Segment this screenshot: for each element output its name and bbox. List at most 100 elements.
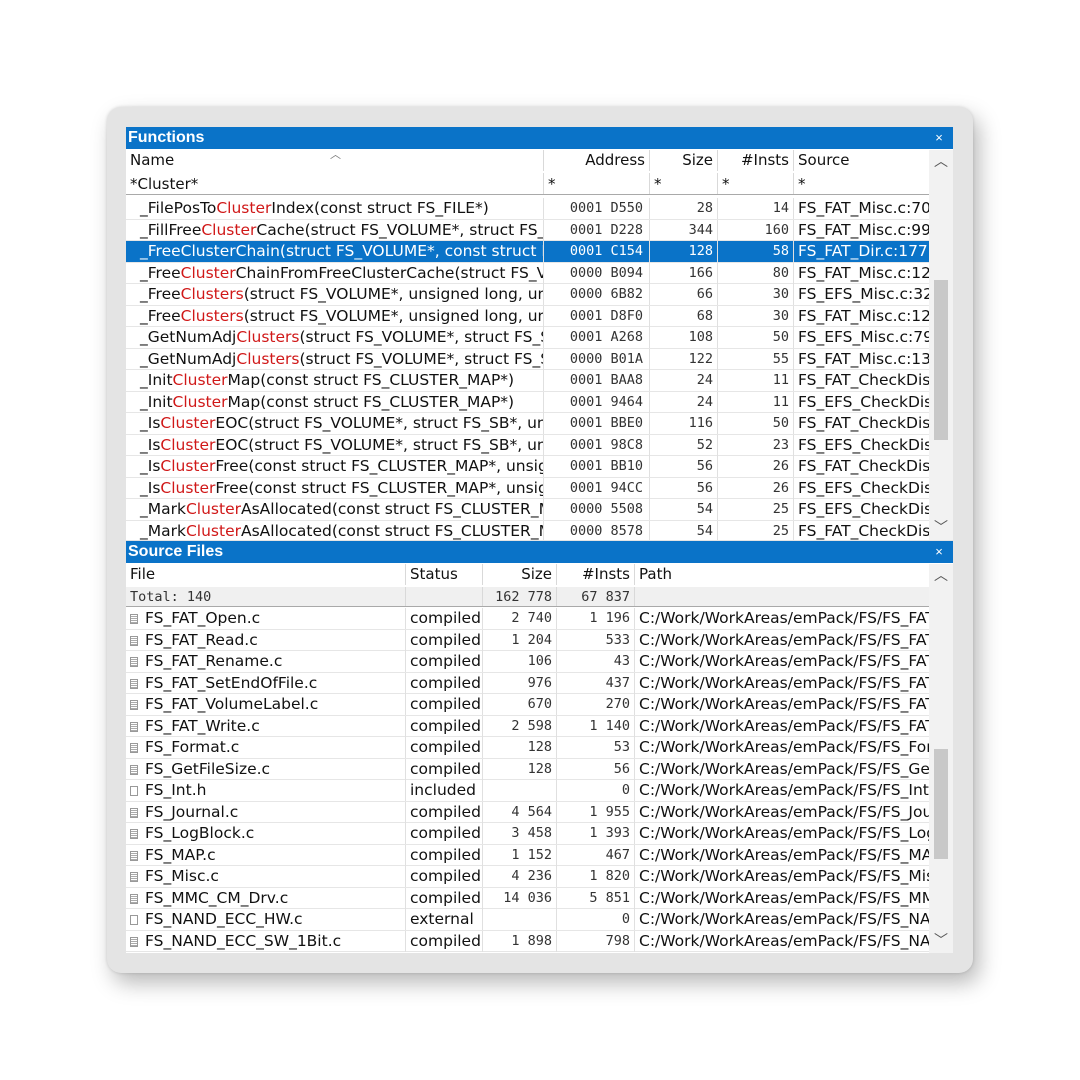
source-file-insts: 0 bbox=[557, 780, 635, 801]
function-row[interactable]: _FillFreeClusterCache(struct FS_VOLUME*,… bbox=[126, 219, 929, 241]
source-file-row[interactable]: FS_LogBlock.c compiled 3 458 1 393 C:/Work/W… bbox=[126, 823, 929, 845]
function-row[interactable]: _IsClusterEOC(struct FS_VOLUME*, struct … bbox=[126, 413, 929, 435]
function-row[interactable]: _FreeClusters(struct FS_VOLUME*, unsigne… bbox=[126, 284, 929, 306]
source-files-title: Source Files bbox=[128, 543, 224, 560]
filter-insts-input[interactable]: * bbox=[718, 173, 794, 194]
source-file-status: compiled bbox=[406, 823, 483, 844]
chevron-up-icon[interactable]: ︿ bbox=[929, 566, 953, 586]
source-file-row[interactable]: FS_MAP.c compiled 1 152 467 C:/Work/WorkArea… bbox=[126, 844, 929, 866]
function-size: 24 bbox=[650, 370, 718, 391]
function-source[interactable]: FS_EFS_CheckDisk bbox=[794, 499, 929, 520]
close-icon[interactable]: × bbox=[933, 127, 945, 149]
function-row[interactable]: _MarkClusterAsAllocated(const struct FS_… bbox=[126, 520, 929, 541]
function-source[interactable]: FS_FAT_CheckDisk bbox=[794, 521, 929, 541]
source-file-row[interactable]: FS_FAT_Open.c compiled 2 740 1 196 C:/Work/W… bbox=[126, 608, 929, 630]
function-source[interactable]: FS_FAT_Misc.c:998 bbox=[794, 220, 929, 241]
source-file-row[interactable]: FS_FAT_Write.c compiled 2 598 1 140 C:/Work/… bbox=[126, 715, 929, 737]
function-address: 0000 6B82 bbox=[544, 284, 650, 305]
function-source[interactable]: FS_FAT_Misc.c:121 bbox=[794, 263, 929, 284]
function-address: 0000 B01A bbox=[544, 348, 650, 370]
source-file-row[interactable]: FS_FAT_VolumeLabel.c compiled 670 270 C:/Wor… bbox=[126, 694, 929, 716]
function-row[interactable]: _IsClusterFree(const struct FS_CLUSTER_M… bbox=[126, 456, 929, 478]
scrollbar-thumb[interactable] bbox=[934, 280, 948, 440]
scrollbar-thumb[interactable] bbox=[934, 749, 948, 859]
source-file-name: FS_Misc.c bbox=[126, 866, 406, 887]
source-file-row[interactable]: FS_Format.c compiled 128 53 C:/Work/WorkArea… bbox=[126, 737, 929, 759]
function-source[interactable]: FS_EFS_Misc.c:321 bbox=[794, 284, 929, 305]
source-file-path: C:/Work/WorkAreas/emPack/FS/FS_Form bbox=[639, 738, 929, 756]
column-header-insts[interactable]: #Insts bbox=[557, 564, 635, 585]
source-file-row[interactable]: FS_Journal.c compiled 4 564 1 955 C:/Work/Wo… bbox=[126, 801, 929, 823]
column-header-name[interactable]: Name ︿ bbox=[126, 150, 544, 171]
function-source[interactable]: FS_EFS_CheckDisk bbox=[794, 435, 929, 456]
function-row[interactable]: _FilePosToClusterIndex(const struct FS_F… bbox=[126, 198, 929, 220]
source-file-status: compiled bbox=[406, 651, 483, 672]
column-header-size[interactable]: Size bbox=[483, 564, 557, 585]
source-file-size: 106 bbox=[483, 651, 557, 672]
source-file-row[interactable]: FS_FAT_SetEndOfFile.c compiled 976 437 C:/Wo… bbox=[126, 672, 929, 694]
column-header-address[interactable]: Address bbox=[544, 150, 650, 171]
function-size: 116 bbox=[650, 413, 718, 434]
function-source[interactable]: FS_FAT_CheckDisk bbox=[794, 413, 929, 434]
source-file-icon bbox=[130, 657, 138, 667]
function-insts: 30 bbox=[718, 284, 794, 305]
function-row[interactable]: _MarkClusterAsAllocated(const struct FS_… bbox=[126, 499, 929, 521]
source-file-row[interactable]: FS_FAT_Rename.c compiled 106 43 C:/Work/Work… bbox=[126, 651, 929, 673]
source-file-insts: 43 bbox=[557, 651, 635, 672]
function-row[interactable]: _IsClusterFree(const struct FS_CLUSTER_M… bbox=[126, 477, 929, 499]
function-source[interactable]: FS_EFS_CheckDisk bbox=[794, 478, 929, 499]
source-file-name: FS_LogBlock.c bbox=[126, 823, 406, 844]
source-file-insts: 1 955 bbox=[557, 801, 635, 823]
function-row[interactable]: _FreeClusterChain(struct FS_VOLUME*, con… bbox=[126, 241, 929, 263]
filter-address-input[interactable]: * bbox=[544, 173, 650, 194]
source-file-row[interactable]: FS_FAT_Read.c compiled 1 204 533 C:/Work/Wor… bbox=[126, 629, 929, 651]
source-file-icon bbox=[130, 700, 138, 710]
source-files-scrollbar[interactable]: ︿ ﹀ bbox=[929, 564, 953, 953]
source-file-name: FS_NAND_ECC_HW.c bbox=[126, 909, 406, 930]
source-file-status: compiled bbox=[406, 866, 483, 887]
function-row[interactable]: _GetNumAdjClusters(struct FS_VOLUME*, st… bbox=[126, 327, 929, 349]
source-file-row[interactable]: FS_Misc.c compiled 4 236 1 820 C:/Work/WorkA… bbox=[126, 866, 929, 888]
function-row[interactable]: _IsClusterEOC(struct FS_VOLUME*, struct … bbox=[126, 434, 929, 456]
function-source[interactable]: FS_FAT_CheckDisk bbox=[794, 370, 929, 391]
source-file-row[interactable]: FS_NAND_ECC_HW.c external 0 C:/Work/WorkAre… bbox=[126, 909, 929, 931]
column-header-status[interactable]: Status bbox=[406, 564, 483, 585]
function-row[interactable]: _FreeClusters(struct FS_VOLUME*, unsigne… bbox=[126, 305, 929, 327]
column-header-path[interactable]: Path bbox=[635, 564, 929, 585]
column-header-file[interactable]: File bbox=[126, 564, 406, 585]
function-insts: 58 bbox=[718, 241, 794, 262]
source-file-name: FS_Int.h bbox=[126, 780, 406, 801]
source-file-status: compiled bbox=[406, 930, 483, 952]
source-file-row[interactable]: FS_Int.h included 0 C:/Work/WorkAreas/emPac… bbox=[126, 780, 929, 802]
source-files-header: File Status Size #Insts Path bbox=[126, 564, 929, 585]
close-icon[interactable]: × bbox=[933, 541, 945, 563]
source-file-row[interactable]: FS_NAND_ECC_SW_1Bit.c compiled 1 898 798 C:/… bbox=[126, 930, 929, 952]
function-source[interactable]: FS_FAT_Misc.c:130 bbox=[794, 349, 929, 370]
function-source[interactable]: FS_FAT_CheckDisk bbox=[794, 456, 929, 477]
function-source[interactable]: FS_EFS_CheckDisk bbox=[794, 392, 929, 413]
function-row[interactable]: _FreeClusterChainFromFreeClusterCache(st… bbox=[126, 262, 929, 284]
function-row[interactable]: _GetNumAdjClusters(struct FS_VOLUME*, st… bbox=[126, 348, 929, 370]
function-source[interactable]: FS_FAT_Misc.c:709 bbox=[794, 198, 929, 219]
chevron-up-icon[interactable]: ︿ bbox=[929, 152, 953, 172]
function-row[interactable]: _InitClusterMap(const struct FS_CLUSTER_… bbox=[126, 391, 929, 413]
filter-name-input[interactable]: *Cluster* bbox=[126, 173, 544, 194]
function-size: 122 bbox=[650, 348, 718, 370]
functions-scrollbar[interactable]: ︿ ﹀ bbox=[929, 150, 953, 540]
function-source[interactable]: FS_FAT_Misc.c:126 bbox=[794, 306, 929, 327]
function-name: _InitClusterMap(const struct FS_CLUSTER_… bbox=[126, 370, 544, 391]
filter-source-input[interactable]: * bbox=[794, 173, 929, 194]
function-source[interactable]: FS_FAT_Dir.c:177 bbox=[794, 241, 929, 262]
source-file-row[interactable]: FS_GetFileSize.c compiled 128 56 C:/Work/Wor… bbox=[126, 758, 929, 780]
source-file-size: 128 bbox=[483, 737, 557, 758]
function-source[interactable]: FS_EFS_Misc.c:791 bbox=[794, 327, 929, 348]
column-header-size[interactable]: Size bbox=[650, 150, 718, 171]
chevron-down-icon[interactable]: ﹀ bbox=[929, 931, 953, 951]
column-header-insts[interactable]: #Insts bbox=[718, 150, 794, 171]
filter-size-input[interactable]: * bbox=[650, 173, 718, 194]
chevron-down-icon[interactable]: ﹀ bbox=[929, 518, 953, 538]
source-file-row[interactable]: FS_MMC_CM_Drv.c compiled 14 036 5 851 C:/Wor… bbox=[126, 887, 929, 909]
column-header-source[interactable]: Source bbox=[794, 150, 929, 171]
source-file-size bbox=[483, 780, 557, 801]
function-row[interactable]: _InitClusterMap(const struct FS_CLUSTER_… bbox=[126, 370, 929, 392]
